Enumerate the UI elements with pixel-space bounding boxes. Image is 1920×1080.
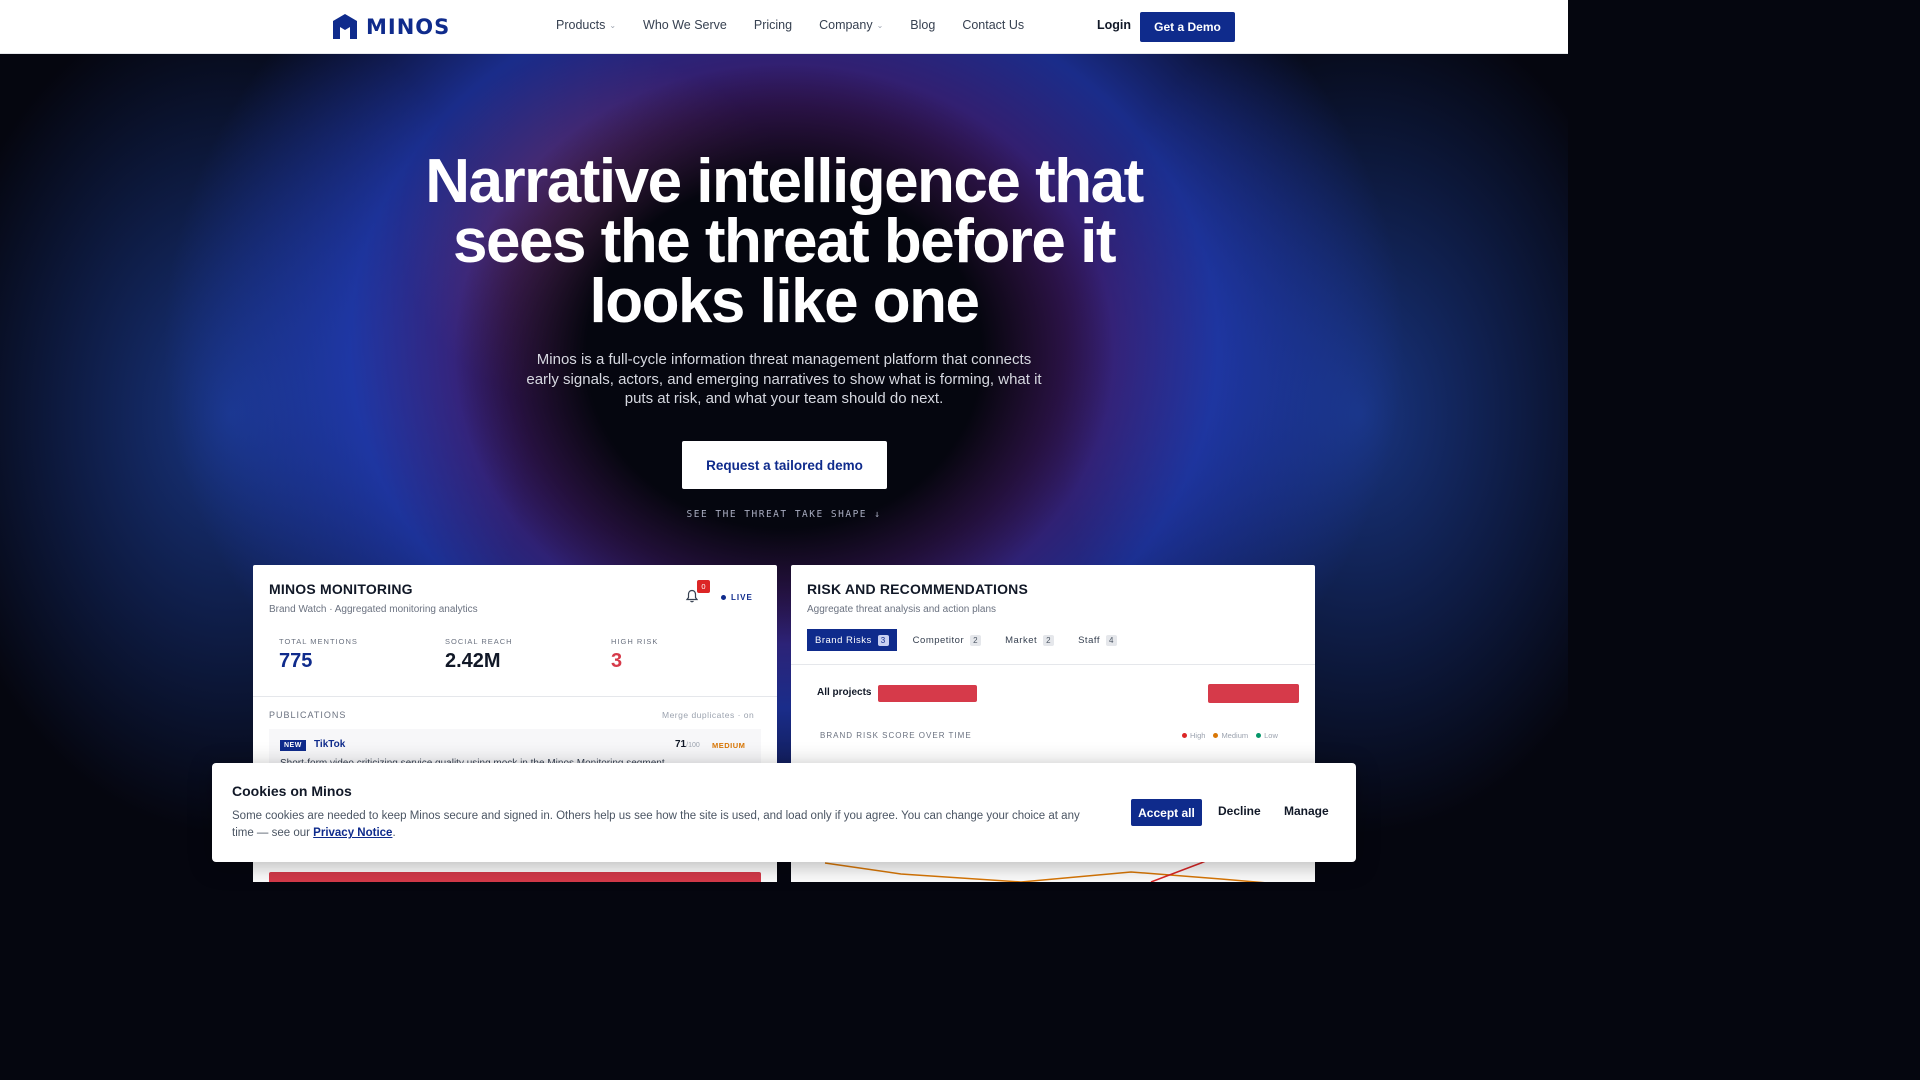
login-link[interactable]: Login [1097, 18, 1131, 32]
nav-link-company[interactable]: Company ⌄ [819, 18, 883, 32]
merge-duplicates-toggle[interactable]: Merge duplicates · on [662, 710, 754, 720]
publications-label: PUBLICATIONS [269, 710, 347, 720]
scroll-hint[interactable]: SEE THE THREAT TAKE SHAPE ↓ [584, 509, 984, 520]
chart-label: BRAND RISK SCORE OVER TIME [820, 731, 972, 740]
cookie-banner: Cookies on Minos Some cookies are needed… [212, 763, 1356, 862]
hero-subhead: Minos is a full-cycle information threat… [526, 351, 1042, 407]
chevron-down-icon: ⌄ [876, 20, 884, 30]
hero-headline: Narrative intelligence that sees the thr… [425, 147, 1144, 336]
nav-links: Products ⌄ Who We Serve Pricing Company ⌄ … [556, 18, 1024, 32]
nav-link-who-we-serve[interactable]: Who We Serve [643, 18, 727, 32]
stat-total-mentions: TOTAL MENTIONS 775 [279, 637, 358, 672]
get-demo-button[interactable]: Get a Demo [1140, 12, 1235, 42]
decline-button[interactable]: Decline [1218, 804, 1261, 818]
legend-medium: Medium [1213, 731, 1248, 740]
chevron-down-icon: ⌄ [609, 20, 617, 30]
nav-link-products[interactable]: Products ⌄ [556, 18, 616, 32]
logo-text: MINOS [366, 14, 451, 39]
stat-value: 3 [611, 650, 623, 672]
new-badge: NEW [280, 740, 306, 751]
project-risk-bar [878, 685, 977, 702]
stat-value: 2.42M [445, 650, 501, 672]
stat-value: 775 [279, 650, 313, 672]
risk-bar [269, 872, 761, 882]
request-demo-button[interactable]: Request a tailored demo [682, 441, 887, 489]
tab-brand-risks[interactable]: Brand Risks 3 [807, 629, 897, 651]
medium-trend-line [824, 862, 1265, 882]
projects-label[interactable]: All projects [817, 687, 871, 698]
stat-high-risk: HIGH RISK 3 [611, 637, 659, 672]
minos-logo[interactable]: MINOS [332, 13, 450, 40]
notification-badge: 0 [697, 580, 710, 593]
tab-staff[interactable]: Staff 4 [1070, 629, 1125, 651]
divider [253, 696, 777, 697]
risk-level-badge: MEDIUM [712, 741, 746, 750]
monitoring-title: MINOS MONITORING [269, 581, 413, 597]
divider [791, 664, 1315, 665]
chart-legend: High Medium Low [1182, 731, 1278, 740]
stat-social-reach: SOCIAL REACH 2.42M [445, 637, 513, 672]
live-indicator: LIVE [721, 593, 753, 602]
nav-link-pricing[interactable]: Pricing [754, 18, 792, 32]
tab-market[interactable]: Market 2 [997, 629, 1062, 651]
privacy-notice-link[interactable]: Privacy Notice [313, 827, 392, 839]
risk-title: RISK AND RECOMMENDATIONS [807, 581, 1029, 597]
risk-subtitle: Aggregate threat analysis and action pla… [807, 604, 997, 615]
cookie-title: Cookies on Minos [232, 783, 352, 799]
cookie-text: Some cookies are needed to keep Minos se… [232, 810, 1080, 839]
monitoring-subtitle: Brand Watch · Aggregated monitoring anal… [269, 604, 478, 615]
manage-button[interactable]: Manage [1284, 804, 1329, 818]
legend-low: Low [1256, 731, 1278, 740]
publication-score: 71/100 [675, 739, 700, 750]
publication-source: TikTok [314, 739, 346, 750]
hero-section: Narrative intelligence that sees the thr… [0, 54, 1568, 882]
nav-link-blog[interactable]: Blog [910, 18, 935, 32]
minos-logo-icon [333, 14, 357, 39]
risk-tabs: Brand Risks 3 Competitor 2 Market 2 Staff 4 [807, 629, 1125, 651]
nav-link-contact-us[interactable]: Contact Us [962, 18, 1024, 32]
project-risk-bar [1208, 684, 1299, 703]
tab-competitor[interactable]: Competitor 2 [905, 629, 989, 651]
live-dot-icon [721, 595, 726, 600]
publication-row[interactable]: NEW TikTok 71/100 MEDIUM Short-form vide… [269, 729, 761, 769]
accept-all-button[interactable]: Accept all [1131, 799, 1202, 826]
legend-high: High [1182, 731, 1205, 740]
top-nav: MINOS Products ⌄ Who We Serve Pricing Com… [0, 0, 1568, 54]
